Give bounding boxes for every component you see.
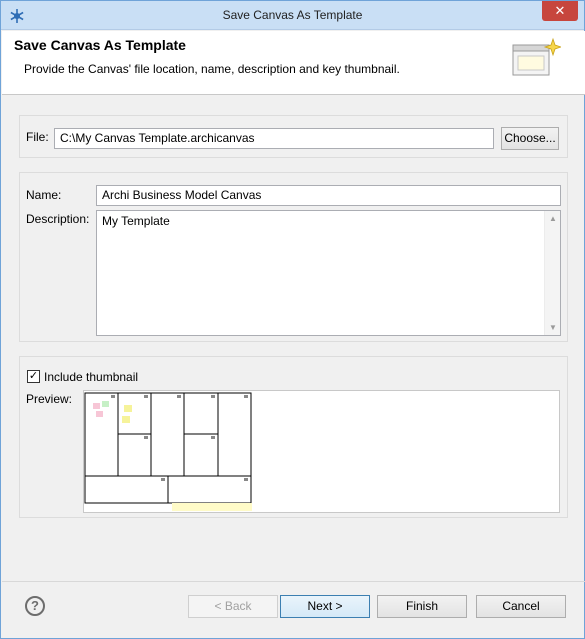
file-label: File: bbox=[26, 130, 49, 144]
canvas-thumbnail-image bbox=[84, 392, 252, 511]
description-textarea[interactable]: My Template ▲ ▼ bbox=[96, 210, 561, 336]
finish-button[interactable]: Finish bbox=[377, 595, 467, 618]
save-template-banner-icon bbox=[512, 37, 561, 76]
description-scrollbar[interactable]: ▲ ▼ bbox=[544, 211, 560, 335]
description-label: Description: bbox=[26, 212, 90, 226]
thumbnail-group: ✓ Include thumbnail Preview: bbox=[19, 356, 568, 518]
preview-label: Preview: bbox=[26, 392, 73, 406]
title-bar: Save Canvas As Template ✕ bbox=[1, 1, 584, 30]
dialog-window: Save Canvas As Template ✕ Save Canvas As… bbox=[0, 0, 585, 639]
file-group: File: C:\My Canvas Template.archicanvas … bbox=[19, 115, 568, 158]
cancel-button[interactable]: Cancel bbox=[476, 595, 566, 618]
close-icon[interactable]: ✕ bbox=[555, 3, 566, 18]
next-button[interactable]: Next > bbox=[280, 595, 370, 618]
help-button[interactable]: ? bbox=[25, 596, 45, 616]
name-input[interactable]: Archi Business Model Canvas bbox=[96, 185, 561, 206]
header-title: Save Canvas As Template bbox=[14, 37, 186, 53]
thumbnail-preview bbox=[83, 390, 560, 513]
dialog-header: Save Canvas As Template Provide the Canv… bbox=[2, 31, 585, 95]
help-icon[interactable]: ? bbox=[31, 598, 39, 613]
window-title: Save Canvas As Template bbox=[222, 8, 363, 22]
details-group: Name: Archi Business Model Canvas Descri… bbox=[19, 172, 568, 342]
scroll-up-icon[interactable]: ▲ bbox=[549, 214, 557, 223]
scroll-down-icon[interactable]: ▼ bbox=[549, 323, 557, 332]
close-button[interactable]: ✕ bbox=[542, 1, 578, 21]
header-description: Provide the Canvas' file location, name,… bbox=[24, 62, 400, 76]
include-thumbnail-checkbox[interactable]: ✓ bbox=[27, 370, 40, 383]
include-thumbnail-label[interactable]: Include thumbnail bbox=[44, 370, 138, 384]
name-label: Name: bbox=[26, 188, 62, 202]
file-path-input[interactable]: C:\My Canvas Template.archicanvas bbox=[54, 128, 494, 149]
description-text: My Template bbox=[102, 214, 170, 228]
checkmark-icon: ✓ bbox=[28, 370, 39, 382]
back-button[interactable]: < Back bbox=[188, 595, 278, 618]
footer-separator bbox=[2, 581, 585, 582]
choose-button[interactable]: Choose... bbox=[501, 127, 559, 150]
